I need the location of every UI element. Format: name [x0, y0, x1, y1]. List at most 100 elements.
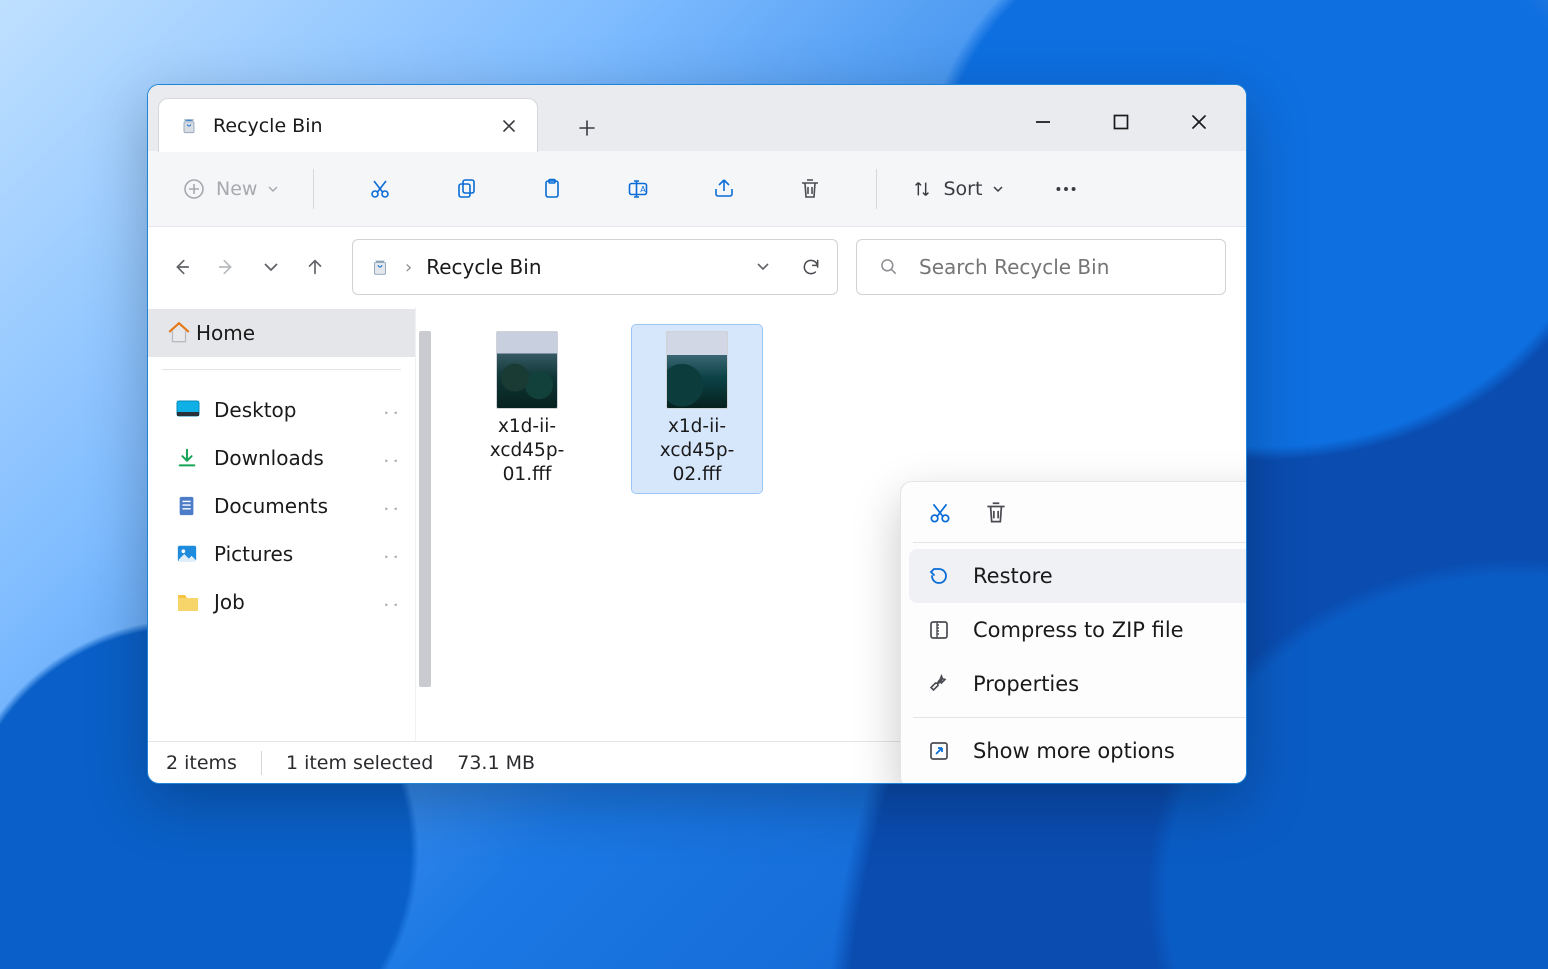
- forward-button[interactable]: [216, 256, 238, 278]
- pin-icon[interactable]: [383, 546, 399, 562]
- toolbar-divider: [313, 169, 314, 209]
- chevron-down-icon: [992, 183, 1004, 195]
- file-item[interactable]: x1d-ii-xcd45p-02.fff: [632, 325, 762, 493]
- context-menu-quickbar: [909, 492, 1247, 536]
- download-icon: [176, 447, 198, 469]
- ctx-restore[interactable]: Restore: [909, 549, 1247, 603]
- chevron-right-icon: ›: [405, 257, 412, 278]
- search-box[interactable]: [856, 239, 1226, 295]
- recent-dropdown[interactable]: [262, 258, 280, 276]
- context-menu-divider: [913, 717, 1247, 718]
- ctx-show-more[interactable]: Show more options Shift+F10: [909, 724, 1247, 778]
- breadcrumb[interactable]: Recycle Bin: [426, 255, 541, 279]
- ctx-properties[interactable]: Properties Alt+Enter: [909, 657, 1247, 711]
- search-icon: [879, 257, 899, 277]
- zip-icon: [927, 618, 951, 642]
- window-controls: [1034, 113, 1246, 131]
- sidebar-item-job[interactable]: Job: [148, 578, 415, 626]
- tab-title: Recycle Bin: [213, 115, 323, 137]
- wrench-icon: [927, 672, 951, 696]
- minimize-button[interactable]: [1034, 113, 1052, 131]
- sidebar-item-label: Downloads: [214, 446, 324, 470]
- ctx-delete-button[interactable]: [983, 500, 1009, 526]
- paste-button[interactable]: [536, 173, 568, 205]
- pin-icon[interactable]: [383, 594, 399, 610]
- search-input[interactable]: [917, 254, 1203, 280]
- ctx-compress-zip[interactable]: Compress to ZIP file: [909, 603, 1247, 657]
- pin-icon[interactable]: [383, 450, 399, 466]
- tab-active[interactable]: Recycle Bin: [158, 98, 538, 152]
- recycle-bin-icon: [369, 256, 391, 278]
- status-selected-size: 73.1 MB: [457, 752, 535, 774]
- sidebar-divider: [162, 369, 401, 370]
- tab-strip: Recycle Bin: [148, 85, 596, 151]
- sort-label: Sort: [943, 178, 982, 200]
- expand-icon: [927, 739, 951, 763]
- restore-icon: [927, 564, 951, 588]
- recycle-bin-icon: [179, 116, 199, 136]
- sidebar: Home Desktop Downloads Documents: [148, 307, 416, 741]
- sort-button[interactable]: Sort: [905, 172, 1010, 206]
- sidebar-scrollbar[interactable]: [416, 307, 434, 741]
- sidebar-item-label: Pictures: [214, 542, 293, 566]
- toolbar: New A Sort: [148, 151, 1246, 227]
- folder-icon: [176, 592, 200, 612]
- file-name: x1d-ii-xcd45p-02.fff: [638, 415, 756, 487]
- tab-close-button[interactable]: [501, 118, 517, 134]
- plus-circle-icon: [182, 177, 206, 201]
- address-dropdown[interactable]: [755, 259, 771, 275]
- desktop-icon: [176, 400, 200, 420]
- context-menu-divider: [913, 542, 1247, 543]
- file-item[interactable]: x1d-ii-xcd45p-01.fff: [462, 325, 592, 493]
- status-selected-count: 1 item selected: [286, 752, 433, 774]
- new-label: New: [216, 178, 257, 200]
- pictures-icon: [176, 543, 198, 565]
- address-row: › Recycle Bin: [148, 227, 1246, 307]
- documents-icon: [176, 495, 198, 517]
- home-icon: [166, 320, 192, 346]
- rename-button[interactable]: A: [622, 173, 654, 205]
- titlebar[interactable]: Recycle Bin: [148, 85, 1246, 151]
- status-item-count: 2 items: [166, 752, 237, 774]
- file-explorer-window: Recycle Bin New: [147, 84, 1247, 784]
- maximize-button[interactable]: [1112, 113, 1130, 131]
- statusbar-divider: [261, 751, 262, 775]
- new-button[interactable]: New: [176, 171, 285, 207]
- sidebar-item-label: Desktop: [214, 398, 296, 422]
- ctx-item-label: Properties: [973, 672, 1079, 696]
- sidebar-item-home[interactable]: Home: [148, 309, 415, 357]
- scrollbar-thumb[interactable]: [419, 331, 431, 687]
- sidebar-item-desktop[interactable]: Desktop: [148, 386, 415, 434]
- sidebar-item-downloads[interactable]: Downloads: [148, 434, 415, 482]
- up-button[interactable]: [304, 256, 326, 278]
- pin-icon[interactable]: [383, 402, 399, 418]
- sidebar-item-label: Home: [196, 321, 255, 345]
- share-button[interactable]: [708, 173, 740, 205]
- file-thumbnail: [666, 331, 728, 409]
- delete-button[interactable]: [794, 173, 826, 205]
- chevron-down-icon: [267, 183, 279, 195]
- new-tab-button[interactable]: [578, 119, 596, 137]
- svg-text:A: A: [641, 185, 647, 194]
- address-bar[interactable]: › Recycle Bin: [352, 239, 838, 295]
- ctx-item-label: Restore: [973, 564, 1053, 588]
- refresh-button[interactable]: [801, 257, 821, 277]
- sidebar-item-pictures[interactable]: Pictures: [148, 530, 415, 578]
- ctx-item-label: Compress to ZIP file: [973, 618, 1184, 642]
- toolbar-divider: [876, 169, 877, 209]
- file-thumbnail: [496, 331, 558, 409]
- sidebar-item-documents[interactable]: Documents: [148, 482, 415, 530]
- ctx-cut-button[interactable]: [927, 500, 953, 526]
- more-button[interactable]: [1050, 173, 1082, 205]
- close-button[interactable]: [1190, 113, 1208, 131]
- context-menu: Restore Compress to ZIP file Properties …: [900, 481, 1247, 784]
- cut-button[interactable]: [364, 173, 396, 205]
- pin-icon[interactable]: [383, 498, 399, 514]
- ctx-item-label: Show more options: [973, 739, 1175, 763]
- nav-buttons: [162, 256, 334, 278]
- copy-button[interactable]: [450, 173, 482, 205]
- back-button[interactable]: [170, 256, 192, 278]
- sort-icon: [911, 178, 933, 200]
- sidebar-item-label: Job: [214, 590, 245, 614]
- sidebar-item-label: Documents: [214, 494, 328, 518]
